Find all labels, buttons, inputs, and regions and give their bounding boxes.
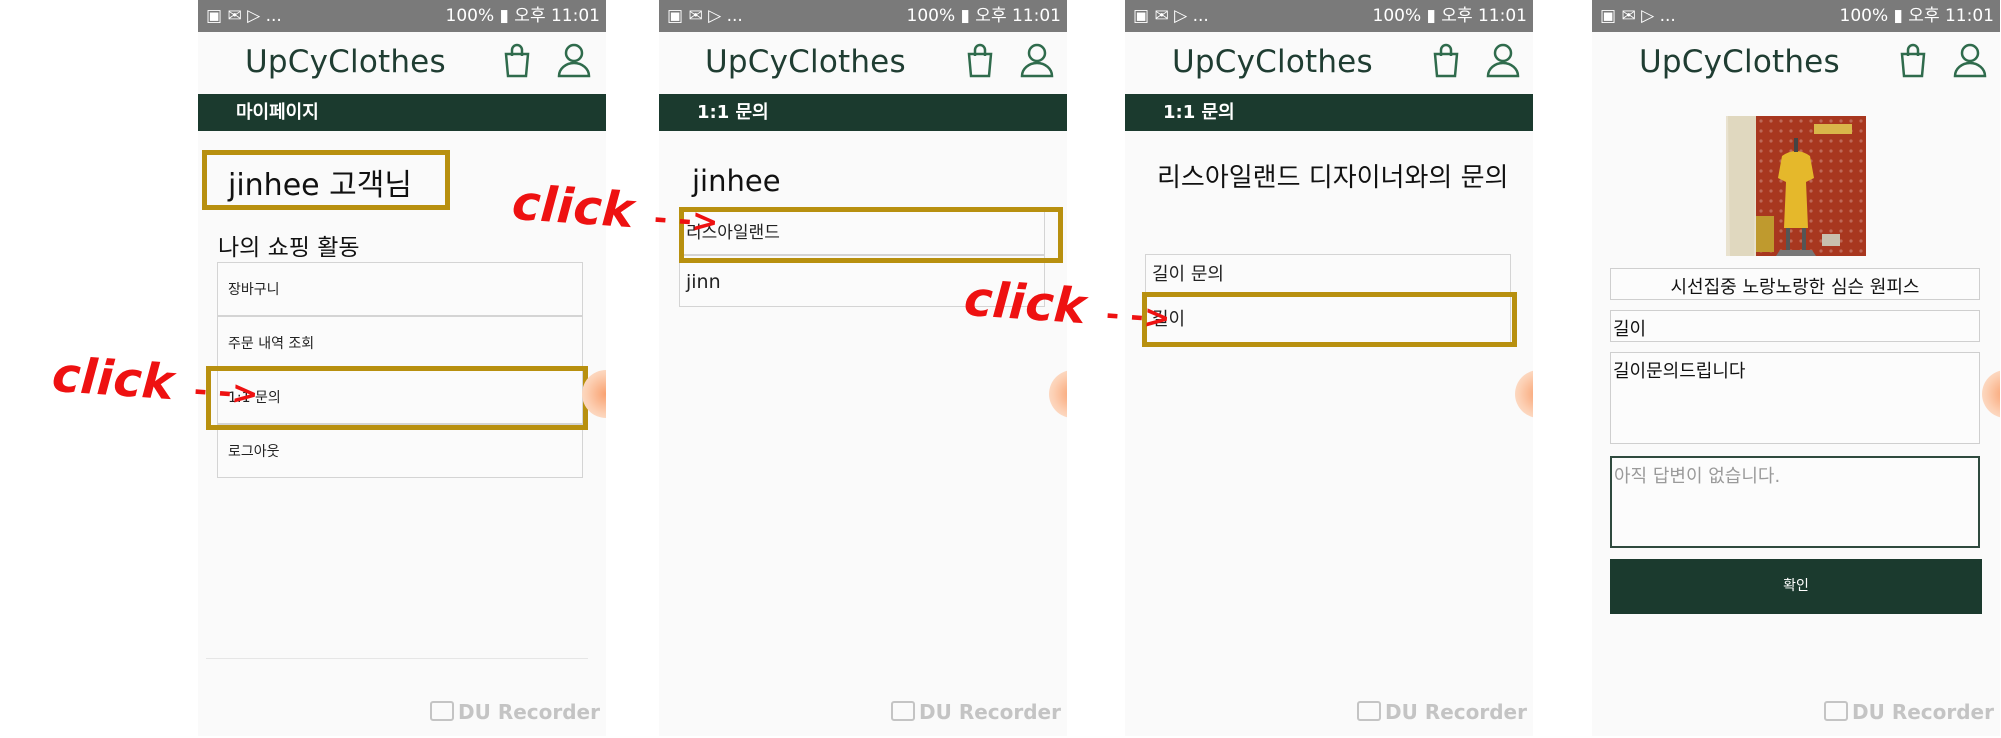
status-left: ▣ ✉ ▷ ... [1600,6,1676,26]
app-bar: UpCyClothes [1125,32,1533,94]
confirm-button-label: 확인 [1783,578,1809,594]
recorder-watermark: DU Recorder [1824,700,1994,724]
status-left: ▣ ✉ ▷ ... [206,6,282,26]
camera-icon [430,701,455,721]
shopping-bag-icon[interactable] [1431,42,1461,78]
click-label: click [962,270,1088,336]
answer-placeholder: 아직 답변이 없습니다. [1614,466,1781,487]
inquiry-subject-0[interactable]: 길이 문의 [1145,254,1511,294]
page-title: 1:1 문의 [1163,102,1235,123]
brand-logo[interactable]: UpCyClothes [1639,44,1840,80]
inquiry-title: 리스아일랜드 디자이너와의 문의 [1157,163,1509,193]
click-label: click [510,174,636,240]
screen-inquiry-view: ▣ ✉ ▷ ... 100% ▮ 오후 11:01 UpCyClothes 시선… [1592,0,2000,736]
user-icon[interactable] [1485,42,1521,78]
menu-item-logout[interactable]: 로그아웃 [217,424,583,478]
subject-field: 길이 [1610,310,1980,342]
page-title: 1:1 문의 [697,102,769,123]
page-header: 1:1 문의 [659,94,1067,131]
recorder-watermark: DU Recorder [1357,700,1527,724]
recorder-watermark: DU Recorder [430,700,600,724]
inquiry-item-1-label: jinn [686,271,721,293]
status-bar: ▣ ✉ ▷ ... 100% ▮ 오후 11:01 [1592,0,2000,32]
menu-item-cart-label: 장바구니 [228,282,280,298]
status-bar: ▣ ✉ ▷ ... 100% ▮ 오후 11:01 [198,0,606,32]
status-right: 100% ▮ 오후 11:01 [1372,6,1527,26]
message-value: 길이문의드립니다 [1613,361,1746,382]
shopping-bag-icon[interactable] [1898,42,1928,78]
menu-item-logout-label: 로그아웃 [228,444,280,460]
product-image [1726,116,1866,256]
recorder-watermark: DU Recorder [891,700,1061,724]
menu-item-order-history-label: 주문 내역 조회 [228,336,315,352]
designer-highlight [679,207,1063,263]
status-right: 100% ▮ 오후 11:01 [445,6,600,26]
brand-logo[interactable]: UpCyClothes [705,44,906,80]
product-name-box: 시선집중 노랑노랑한 심슨 원피스 [1610,268,1980,300]
recorder-label: DU Recorder [458,700,600,724]
user-icon[interactable] [1952,42,1988,78]
subject-value: 길이 [1613,319,1647,340]
section-title: 나의 쇼핑 활동 [218,235,360,261]
screen-inquiry-detail-list: ▣ ✉ ▷ ... 100% ▮ 오후 11:01 UpCyClothes 1:… [1125,0,1533,736]
recorder-label: DU Recorder [1852,700,1994,724]
brand-logo[interactable]: UpCyClothes [245,44,446,80]
status-right: 100% ▮ 오후 11:01 [1839,6,1994,26]
user-icon[interactable] [556,42,592,78]
inquiry-subject-0-label: 길이 문의 [1152,264,1224,285]
menu-item-order-history[interactable]: 주문 내역 조회 [217,316,583,370]
app-bar: UpCyClothes [659,32,1067,94]
click-arrow: - -> [1104,294,1172,338]
recorder-label: DU Recorder [1385,700,1527,724]
inquiry-highlight [206,366,588,430]
recorder-label: DU Recorder [919,700,1061,724]
floating-action-button[interactable] [1982,370,2000,418]
status-left: ▣ ✉ ▷ ... [667,6,743,26]
page-header: 마이페이지 [198,94,606,131]
status-bar: ▣ ✉ ▷ ... 100% ▮ 오후 11:01 [1125,0,1533,32]
shopping-bag-icon[interactable] [965,42,995,78]
camera-icon [1824,701,1849,721]
confirm-button[interactable]: 확인 [1610,559,1982,614]
camera-icon [1357,701,1382,721]
click-arrow: - -> [652,198,720,242]
click-label: click [50,346,176,412]
subject-highlight [1142,292,1517,347]
message-field: 길이문의드립니다 [1610,352,1980,444]
floating-action-button[interactable] [1049,370,1067,418]
page-title: 마이페이지 [236,102,319,123]
status-bar: ▣ ✉ ▷ ... 100% ▮ 오후 11:01 [659,0,1067,32]
app-bar: UpCyClothes [198,32,606,94]
screen-inquiry-list: ▣ ✉ ▷ ... 100% ▮ 오후 11:01 UpCyClothes 1:… [659,0,1067,736]
app-bar: UpCyClothes [1592,32,2000,94]
product-name: 시선집중 노랑노랑한 심슨 원피스 [1670,277,1920,298]
shopping-bag-icon[interactable] [502,42,532,78]
status-right: 100% ▮ 오후 11:01 [906,6,1061,26]
brand-logo[interactable]: UpCyClothes [1172,44,1373,80]
status-left: ▣ ✉ ▷ ... [1133,6,1209,26]
answer-field[interactable]: 아직 답변이 없습니다. [1610,456,1980,548]
floating-action-button[interactable] [1515,370,1533,418]
menu-item-cart[interactable]: 장바구니 [217,262,583,316]
click-arrow: - -> [192,370,260,414]
user-icon[interactable] [1019,42,1055,78]
greeting-text: jinhee 고객님 [228,168,412,203]
camera-icon [891,701,916,721]
page-header: 1:1 문의 [1125,94,1533,131]
divider [206,658,588,659]
